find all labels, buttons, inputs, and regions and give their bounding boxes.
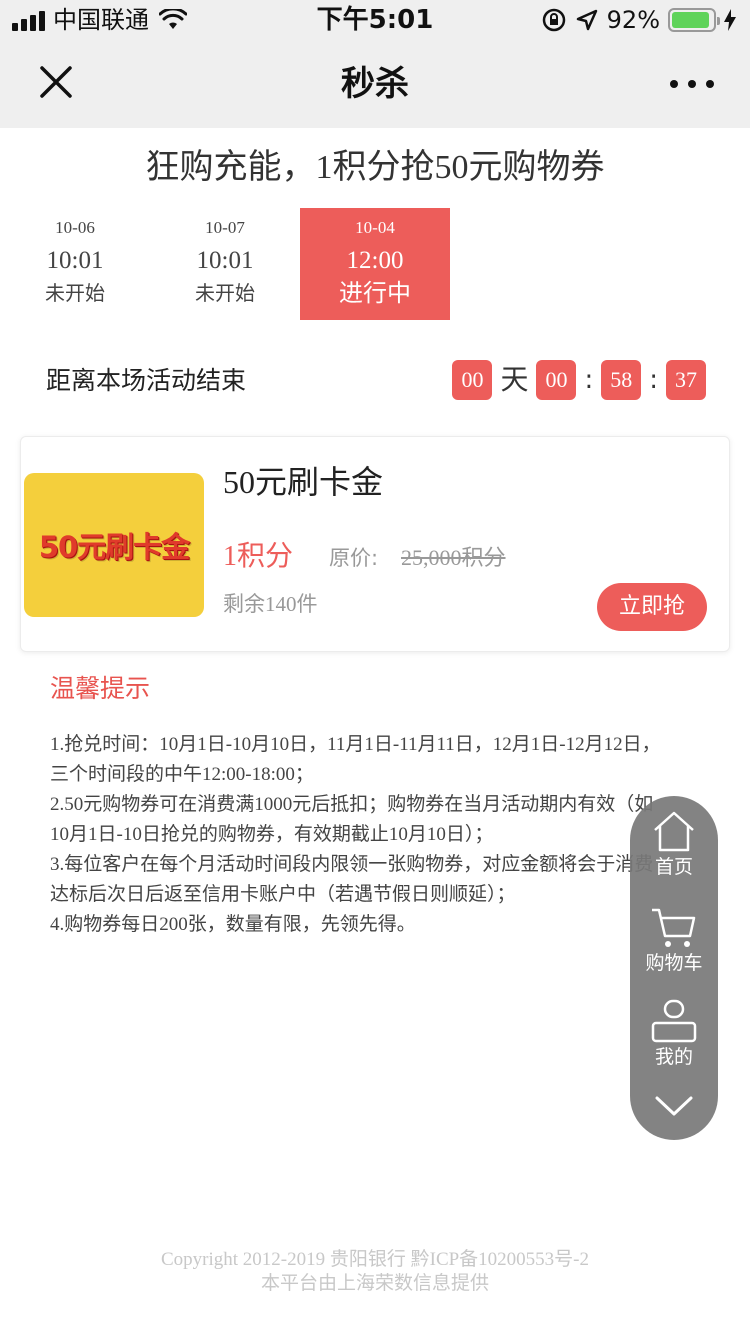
countdown-seconds: 37 xyxy=(666,360,706,400)
product-image[interactable]: 50元刷卡金 xyxy=(24,473,204,617)
session-status: 未开始 xyxy=(195,281,255,305)
session-date: 10-06 xyxy=(55,218,95,237)
tips-body: 1.抢兑时间：10月1日-10月10日，11月1日-11月11日，12月1日-1… xyxy=(50,730,710,940)
session-date: 10-04 xyxy=(355,218,395,237)
tip-line: 达标后次日后返至信用卡账户中（若遇节假日则顺延）； xyxy=(50,884,516,905)
countdown-separator: : xyxy=(649,365,658,395)
session-tab-3-active[interactable]: 10-04 12:00 进行中 xyxy=(300,208,450,320)
float-mine-button[interactable]: 我的 xyxy=(630,998,718,1070)
tip-line: 10月1日-10日抢兑的购物券，有效期截止10月10日）； xyxy=(50,824,494,845)
battery-fill xyxy=(672,12,709,28)
countdown-days: 00 xyxy=(452,360,493,400)
countdown-hours: 00 xyxy=(536,360,577,400)
float-cart-button[interactable]: 购物车 xyxy=(630,906,718,976)
countdown-separator: : xyxy=(584,365,594,395)
orientation-lock-icon xyxy=(542,8,565,32)
original-price: 25,000积分 xyxy=(401,545,506,570)
tip-line: 3.每位客户在每个月活动时间段内限领一张购物券，对应金额将会于消费 xyxy=(50,854,654,875)
signal-icon xyxy=(12,9,45,31)
session-tab-2[interactable]: 10-07 10:01 未开始 xyxy=(150,208,300,320)
tips-title: 温馨提示 xyxy=(50,674,151,703)
home-icon xyxy=(654,811,694,852)
session-tab-1[interactable]: 10-06 10:01 未开始 xyxy=(0,208,150,320)
session-status: 进行中 xyxy=(339,279,411,307)
countdown-minutes: 58 xyxy=(601,360,642,400)
footer-provider: 本平台由上海荣数信息提供 xyxy=(260,1273,489,1294)
charging-icon xyxy=(724,9,736,31)
tip-line: 2.50元购物券可在消费满1000元后抵扣；购物券在当月活动期内有效（如 xyxy=(50,794,654,815)
product-price: 1积分 xyxy=(223,541,294,572)
grab-now-button[interactable]: 立即抢 xyxy=(597,583,707,631)
float-collapse-button[interactable] xyxy=(630,1094,718,1118)
footer: Copyright 2012-2019 贵阳银行 黔ICP备10200553号-… xyxy=(0,1248,750,1296)
countdown-day-unit: 天 xyxy=(500,363,529,396)
float-home-label: 首页 xyxy=(654,856,693,878)
carrier-name: 中国联通 xyxy=(53,6,149,34)
original-price-label: 原价: xyxy=(329,546,379,570)
product-name: 50元刷卡金 xyxy=(223,464,384,500)
tip-line: 4.购物券每日200张，数量有限，先领先得。 xyxy=(50,914,416,935)
location-icon xyxy=(576,9,597,31)
footer-copyright: Copyright 2012-2019 贵阳银行 黔ICP备10200553号-… xyxy=(160,1249,590,1270)
session-status: 未开始 xyxy=(45,281,105,305)
product-image-text: 50元刷卡金 xyxy=(38,530,190,564)
float-mine-label: 我的 xyxy=(654,1046,693,1068)
user-icon xyxy=(651,999,697,1043)
wifi-icon xyxy=(159,9,187,29)
countdown-timer: 00 天 00 : 58 : 37 xyxy=(452,360,706,400)
status-left: 中国联通 xyxy=(12,6,187,34)
tip-line: 三个时间段的中午12:00-18:00； xyxy=(50,764,314,785)
tip-line: 1.抢兑时间：10月1日-10月10日，11月1日-11月11日，12月1日-1… xyxy=(50,734,661,755)
nav-bar: 秒杀 xyxy=(0,40,750,128)
more-dot xyxy=(688,80,696,88)
promo-headline: 狂购充能，1积分抢50元购物券 xyxy=(145,149,605,186)
session-time: 10:01 xyxy=(196,247,254,274)
stock-remaining: 剩余140件 xyxy=(223,592,318,616)
session-tabs: 10-06 10:01 未开始 10-07 10:01 未开始 10-04 12… xyxy=(0,208,450,320)
session-date: 10-07 xyxy=(205,218,245,237)
battery-percent: 92% xyxy=(606,6,660,34)
more-dot xyxy=(706,80,714,88)
chevron-down-icon xyxy=(655,1096,693,1116)
more-dot xyxy=(670,80,678,88)
countdown-label: 距离本场活动结束 xyxy=(46,366,247,395)
close-icon[interactable] xyxy=(36,62,80,106)
session-time: 10:01 xyxy=(46,247,104,274)
more-icon[interactable] xyxy=(670,62,714,106)
cart-icon xyxy=(652,908,696,947)
page-title: 秒杀 xyxy=(341,64,409,104)
battery-icon xyxy=(668,8,720,32)
status-bar: 中国联通 下午5:01 92% xyxy=(0,0,750,40)
status-right: 92% xyxy=(541,6,736,34)
product-card[interactable]: 50元刷卡金 50元刷卡金 1积分 原价: 25,000积分 剩余140件 立即… xyxy=(20,436,730,652)
float-home-button[interactable]: 首页 xyxy=(630,810,718,880)
floating-menu: 首页 购物车 我的 xyxy=(630,796,718,1140)
session-time: 12:00 xyxy=(346,247,404,274)
float-cart-label: 购物车 xyxy=(645,952,703,974)
